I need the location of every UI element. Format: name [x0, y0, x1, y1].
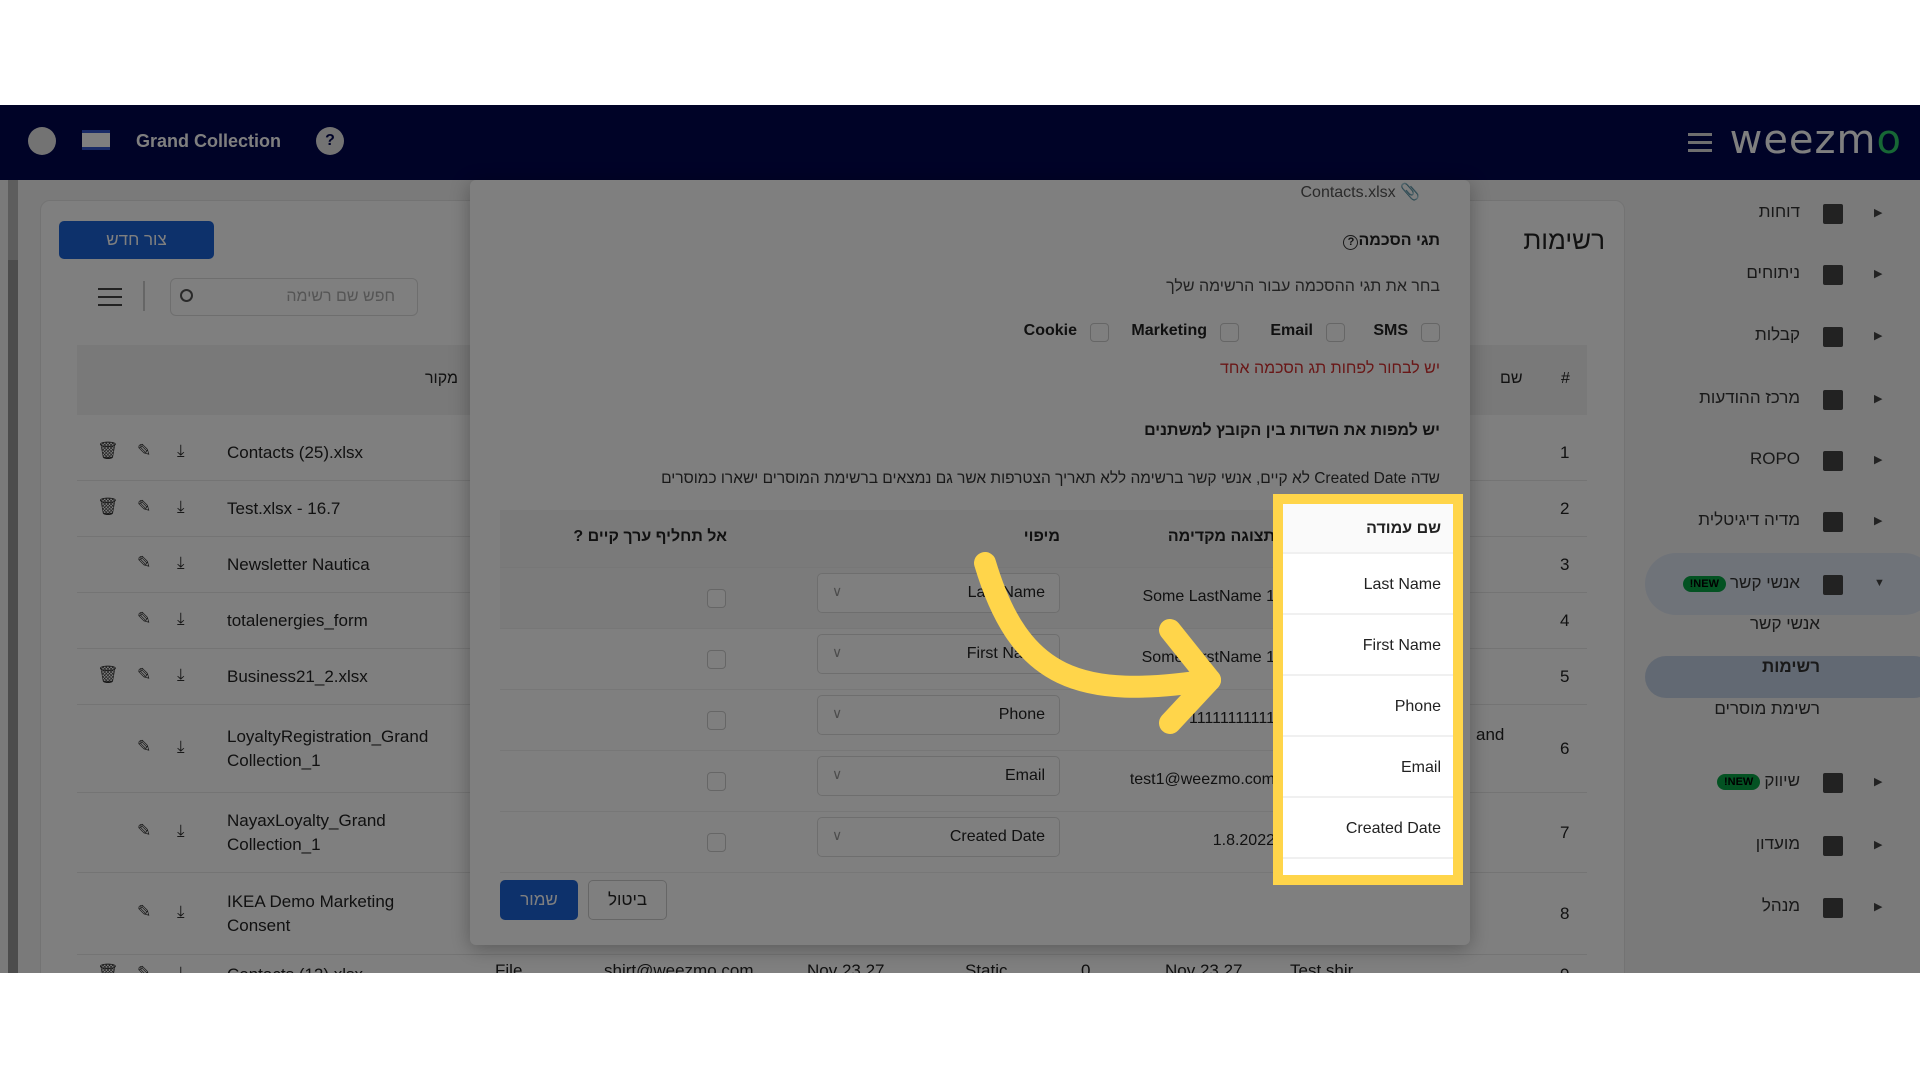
hl-column-cell: Created Date — [1283, 798, 1453, 859]
hl-column-cell: Last Name — [1283, 554, 1453, 615]
hl-column-cell: Email — [1283, 737, 1453, 798]
hl-header: שם עמודה — [1283, 504, 1453, 554]
hl-column-cell: First Name — [1283, 615, 1453, 676]
dim-overlay — [0, 105, 1920, 973]
hl-column-cell: Phone — [1283, 676, 1453, 737]
highlight-column-name: שם עמודה Last Name First Name Phone Email Cr… — [1273, 494, 1463, 885]
